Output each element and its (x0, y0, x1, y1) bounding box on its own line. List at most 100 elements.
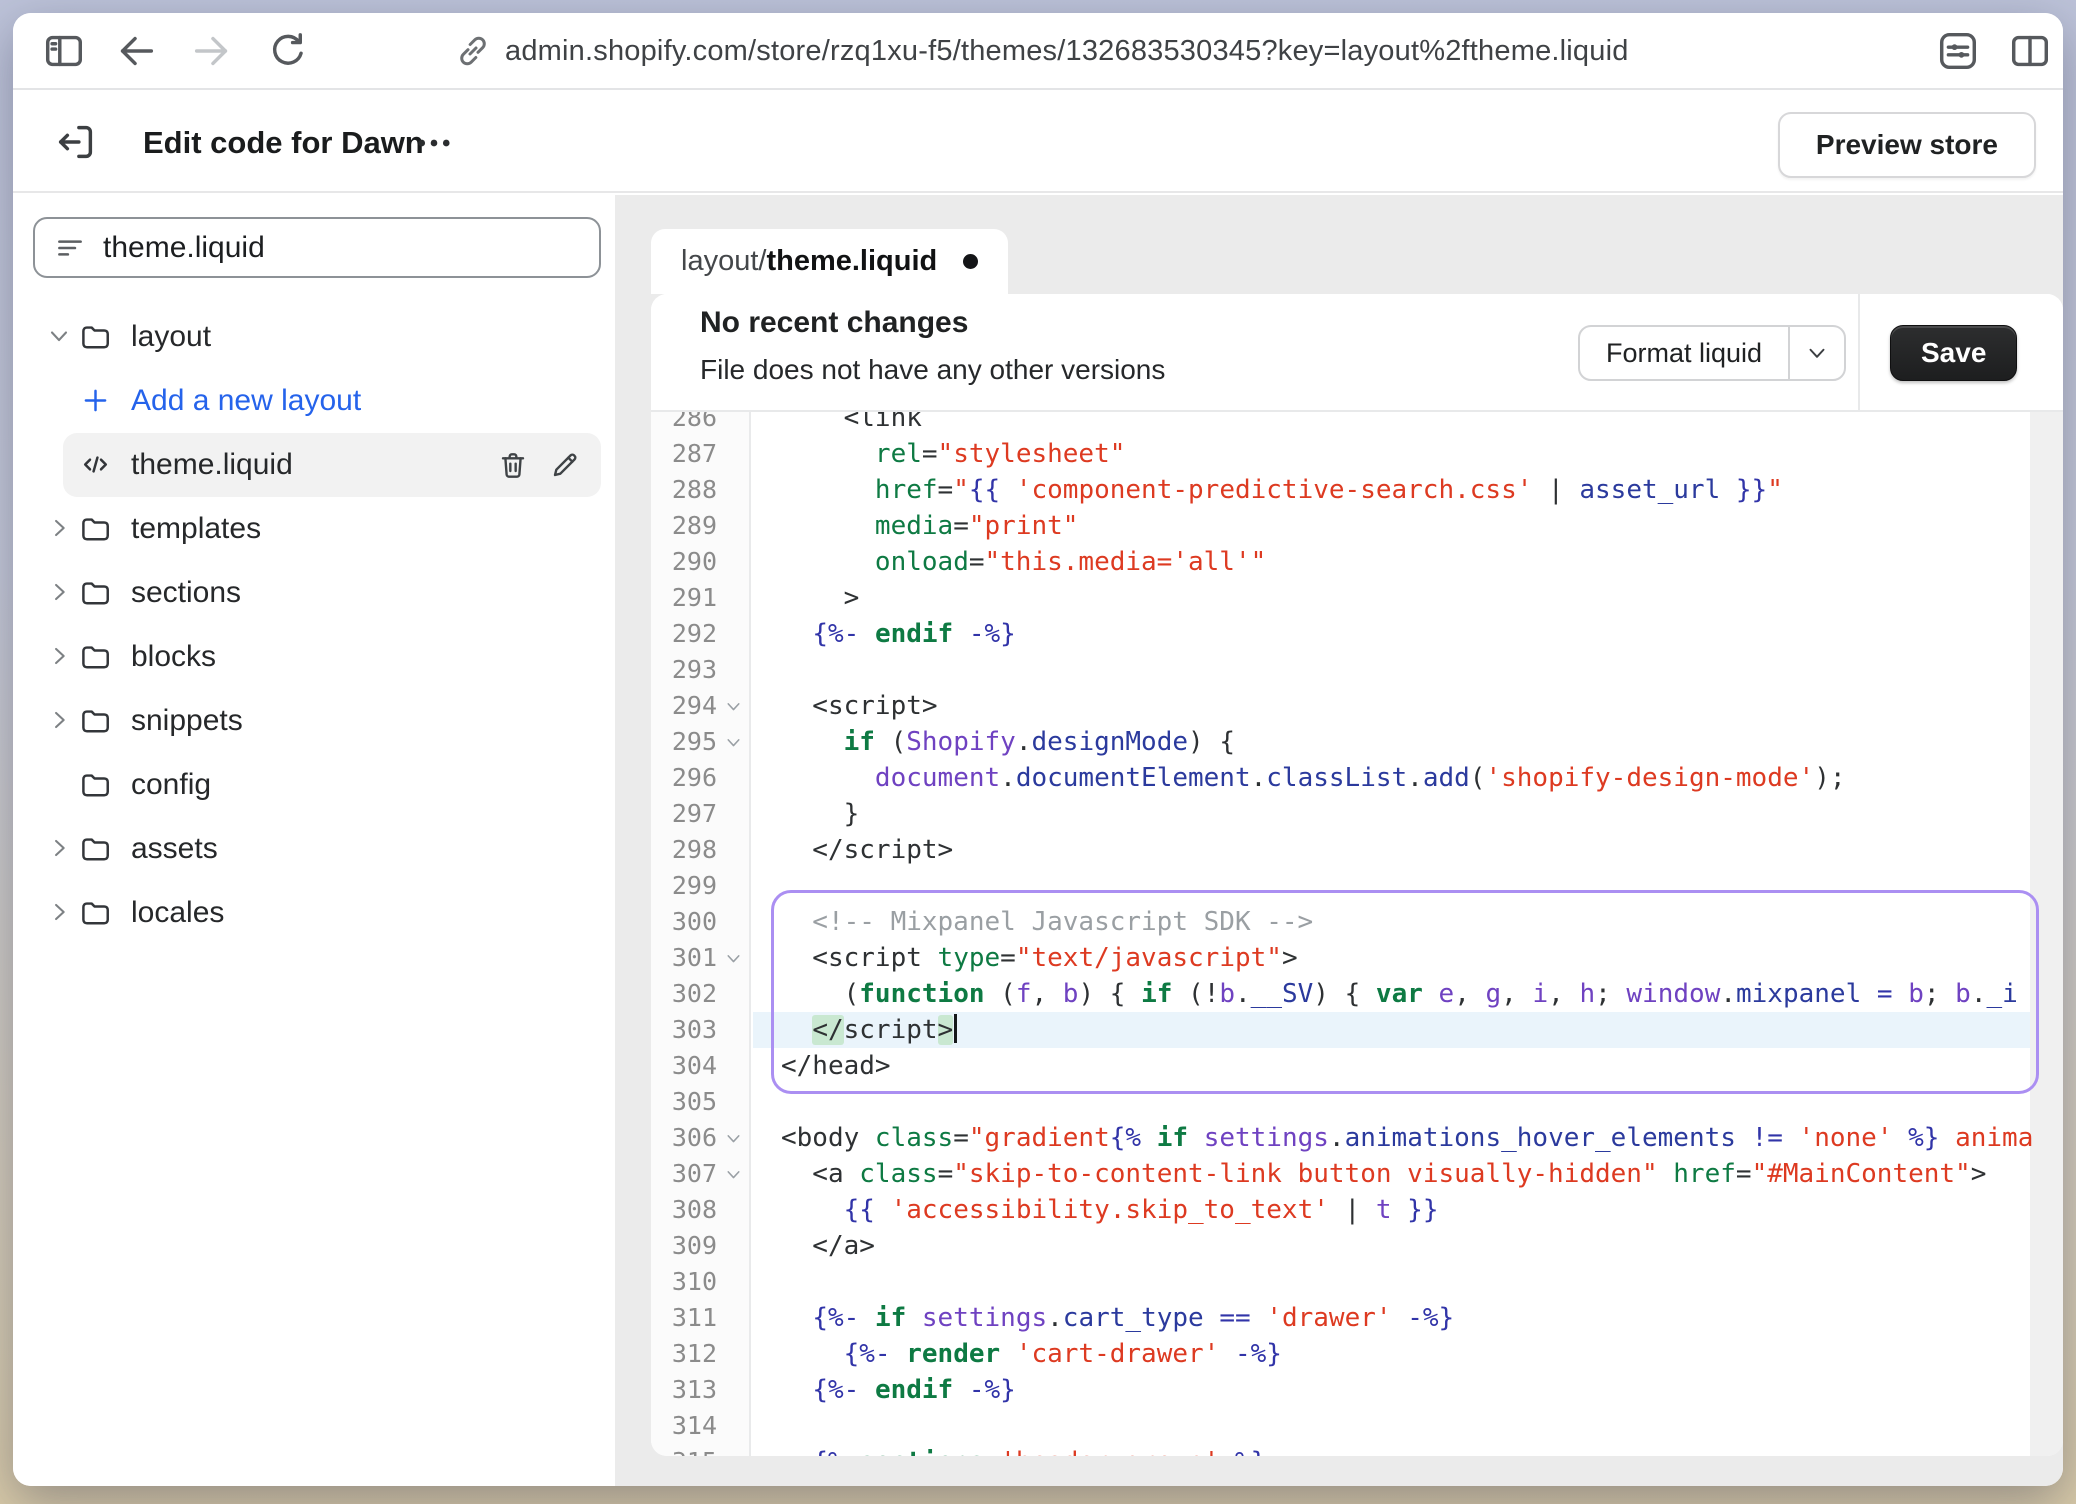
editor-main: layout/theme.liquid No recent changes Fi… (615, 195, 2063, 1486)
code-line-293[interactable]: 293 (651, 652, 2033, 688)
fold-toggle-icon[interactable] (723, 1128, 747, 1148)
code-text: document.documentElement.classList.add('… (781, 760, 1846, 796)
forward-icon[interactable] (189, 28, 235, 74)
app-body: theme.liquid layout Add a new layout theme… (13, 195, 2063, 1486)
address-bar[interactable]: admin.shopify.com/store/rzq1xu-f5/themes… (453, 28, 1629, 74)
code-line-309[interactable]: 309 </a> (651, 1228, 2033, 1264)
save-button[interactable]: Save (1890, 325, 2017, 381)
line-number: 290 (651, 544, 717, 580)
code-line-306[interactable]: 306<body class="gradient{% if settings.a… (651, 1120, 2033, 1156)
back-icon[interactable] (113, 28, 159, 74)
code-text: href="{{ 'component-predictive-search.cs… (781, 472, 1783, 508)
format-liquid-label[interactable]: Format liquid (1580, 327, 1790, 379)
trash-icon[interactable] (497, 449, 529, 481)
ellipsis-icon[interactable] (413, 122, 455, 164)
line-number: 296 (651, 760, 717, 796)
code-line-311[interactable]: 311 {%- if settings.cart_type == 'drawer… (651, 1300, 2033, 1336)
sidebar-item-config[interactable]: config (13, 753, 615, 817)
sidebar-item-add-a-new-layout[interactable]: Add a new layout (13, 369, 615, 433)
code-text: <script> (781, 688, 938, 724)
code-line-290[interactable]: 290 onload="this.media='all'" (651, 544, 2033, 580)
code-line-308[interactable]: 308 {{ 'accessibility.skip_to_text' | t … (651, 1192, 2033, 1228)
fold-toggle-icon[interactable] (723, 732, 747, 752)
line-number: 293 (651, 652, 717, 688)
code-line-312[interactable]: 312 {%- render 'cart-drawer' -%} (651, 1336, 2033, 1372)
chevron-right-icon[interactable] (45, 578, 79, 608)
sidebar-item-assets[interactable]: assets (13, 817, 615, 881)
code-line-289[interactable]: 289 media="print" (651, 508, 2033, 544)
code-line-302[interactable]: 302 (function (f, b) { if (!b.__SV) { va… (651, 976, 2033, 1012)
format-liquid-button[interactable]: Format liquid (1578, 325, 1846, 381)
chevron-right-icon[interactable] (45, 642, 79, 672)
line-number: 311 (651, 1300, 717, 1336)
scrollbar-track[interactable] (2030, 412, 2063, 1456)
chevron-right-icon[interactable] (45, 514, 79, 544)
code-line-288[interactable]: 288 href="{{ 'component-predictive-searc… (651, 472, 2033, 508)
sidebar-item-theme-liquid[interactable]: theme.liquid (13, 433, 615, 497)
sidebar-item-label: snippets (131, 704, 243, 738)
status-title: No recent changes (700, 306, 968, 340)
code-editor[interactable]: 286 <link287 rel="stylesheet"288 href="{… (651, 412, 2063, 1456)
line-number: 301 (651, 940, 717, 976)
code-line-314[interactable]: 314 (651, 1408, 2033, 1444)
chevron-spacer (45, 450, 79, 480)
sidebar-item-sections[interactable]: sections (13, 561, 615, 625)
code-text: {%- endif -%} (781, 1372, 1016, 1408)
code-line-304[interactable]: 304</head> (651, 1048, 2033, 1084)
sidebar-item-layout[interactable]: layout (13, 305, 615, 369)
url-text[interactable]: admin.shopify.com/store/rzq1xu-f5/themes… (505, 35, 1629, 68)
code-line-307[interactable]: 307 <a class="skip-to-content-link butto… (651, 1156, 2033, 1192)
line-number: 294 (651, 688, 717, 724)
chevron-down-icon[interactable] (45, 322, 79, 352)
preview-store-button[interactable]: Preview store (1778, 112, 2036, 178)
sidebar-toggle-icon[interactable] (41, 28, 87, 74)
sidebar-item-locales[interactable]: locales (13, 881, 615, 945)
code-line-286[interactable]: 286 <link (651, 412, 2033, 436)
sidebar-item-snippets[interactable]: snippets (13, 689, 615, 753)
sidebar-item-blocks[interactable]: blocks (13, 625, 615, 689)
code-text: <body class="gradient{% if settings.anim… (781, 1120, 2033, 1156)
code-line-299[interactable]: 299 (651, 868, 2033, 904)
code-line-303[interactable]: 303 </script> (651, 1012, 2033, 1048)
code-line-298[interactable]: 298 </script> (651, 832, 2033, 868)
exit-icon[interactable] (53, 119, 99, 165)
page-settings-icon[interactable] (1935, 28, 1981, 74)
code-line-287[interactable]: 287 rel="stylesheet" (651, 436, 2033, 472)
code-line-301[interactable]: 301 <script type="text/javascript"> (651, 940, 2033, 976)
code-line-297[interactable]: 297 } (651, 796, 2033, 832)
code-text: </head> (781, 1048, 891, 1084)
code-line-300[interactable]: 300 <!-- Mixpanel Javascript SDK --> (651, 904, 2033, 940)
split-view-icon[interactable] (2007, 28, 2053, 74)
line-number: 288 (651, 472, 717, 508)
code-line-313[interactable]: 313 {%- endif -%} (651, 1372, 2033, 1408)
code-text: <link (781, 412, 922, 436)
code-line-315[interactable]: 315 {% sections 'header-group' %} (651, 1444, 2033, 1456)
chevron-right-icon[interactable] (45, 898, 79, 928)
code-line-295[interactable]: 295 if (Shopify.designMode) { (651, 724, 2033, 760)
folder-icon (79, 704, 119, 738)
line-number: 315 (651, 1444, 717, 1456)
chevron-right-icon[interactable] (45, 706, 79, 736)
code-line-291[interactable]: 291 > (651, 580, 2033, 616)
fold-toggle-icon[interactable] (723, 696, 747, 716)
file-filter-input[interactable]: theme.liquid (33, 217, 601, 278)
code-text: </script> (781, 1012, 957, 1048)
code-line-292[interactable]: 292 {%- endif -%} (651, 616, 2033, 652)
code-line-310[interactable]: 310 (651, 1264, 2033, 1300)
fold-toggle-icon[interactable] (723, 948, 747, 968)
code-text: } (781, 796, 859, 832)
pencil-icon[interactable] (549, 449, 581, 481)
code-text: </a> (781, 1228, 875, 1264)
chevron-right-icon[interactable] (45, 834, 79, 864)
fold-toggle-icon[interactable] (723, 1164, 747, 1184)
tab-theme-liquid[interactable]: layout/theme.liquid (651, 229, 1008, 294)
reload-icon[interactable] (265, 28, 311, 74)
chevron-down-icon[interactable] (1790, 327, 1844, 379)
code-text: {%- endif -%} (781, 616, 1016, 652)
folder-icon (79, 768, 119, 802)
code-line-294[interactable]: 294 <script> (651, 688, 2033, 724)
sidebar-item-label: Add a new layout (131, 384, 361, 418)
sidebar-item-templates[interactable]: templates (13, 497, 615, 561)
code-line-296[interactable]: 296 document.documentElement.classList.a… (651, 760, 2033, 796)
code-line-305[interactable]: 305 (651, 1084, 2033, 1120)
